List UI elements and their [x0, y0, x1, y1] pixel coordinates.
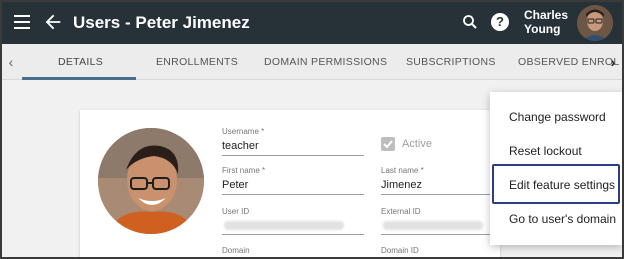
first-name-field[interactable]	[222, 194, 364, 195]
external-id-value-redacted	[383, 221, 483, 230]
user-profile-photo	[98, 128, 204, 234]
current-user-last-name: Young	[524, 22, 561, 36]
external-id-label: External ID	[381, 207, 421, 216]
tabs-scroll-right-icon[interactable]: ›	[604, 44, 622, 80]
domain-label: Domain	[222, 246, 250, 255]
menu-item-change-password[interactable]: Change password	[490, 101, 622, 133]
tab-details[interactable]: DETAILS	[58, 44, 103, 80]
external-id-field[interactable]	[381, 234, 491, 235]
last-name-field[interactable]	[381, 194, 491, 195]
user-id-value-redacted	[224, 221, 344, 230]
highlight-callout-box	[492, 164, 620, 204]
tab-bar: ‹ DETAILS ENROLLMENTS DOMAIN PERMISSIONS…	[2, 44, 622, 80]
menu-item-go-to-users-domain[interactable]: Go to user's domain	[490, 203, 622, 235]
top-app-bar: Users - Peter Jimenez ? Charles Young	[2, 2, 622, 44]
current-user-first-name: Charles	[524, 8, 569, 22]
user-id-label: User ID	[222, 207, 250, 216]
tabs-scroll-left-icon[interactable]: ‹	[2, 44, 20, 80]
username-field[interactable]	[222, 155, 364, 156]
last-name-label: Last name *	[381, 166, 424, 175]
first-name-label: First name *	[222, 166, 266, 175]
back-arrow-icon[interactable]	[42, 11, 64, 33]
active-checkbox-label: Active	[402, 138, 432, 150]
current-user-name[interactable]: Charles Young	[524, 8, 568, 36]
menu-item-reset-lockout[interactable]: Reset lockout	[490, 135, 622, 167]
search-icon[interactable]	[461, 13, 479, 31]
hamburger-menu-icon[interactable]	[14, 15, 30, 29]
tab-domain-permissions[interactable]: DOMAIN PERMISSIONS	[264, 44, 387, 80]
user-id-field[interactable]	[222, 234, 364, 235]
first-name-value: Peter	[222, 179, 249, 191]
last-name-value: Jimenez	[381, 179, 422, 191]
help-icon[interactable]: ?	[491, 13, 509, 31]
domain-id-label: Domain ID	[381, 246, 419, 255]
current-user-avatar[interactable]	[577, 5, 613, 41]
username-value: teacher	[222, 140, 259, 152]
tab-subscriptions[interactable]: SUBSCRIPTIONS	[406, 44, 496, 80]
username-label: Username *	[222, 127, 265, 136]
app-window: Users - Peter Jimenez ? Charles Young ‹ …	[2, 2, 622, 257]
active-tab-indicator	[22, 77, 136, 80]
page-title: Users - Peter Jimenez	[73, 13, 250, 32]
active-checkbox[interactable]	[381, 137, 395, 151]
tab-enrollments[interactable]: ENROLLMENTS	[156, 44, 238, 80]
